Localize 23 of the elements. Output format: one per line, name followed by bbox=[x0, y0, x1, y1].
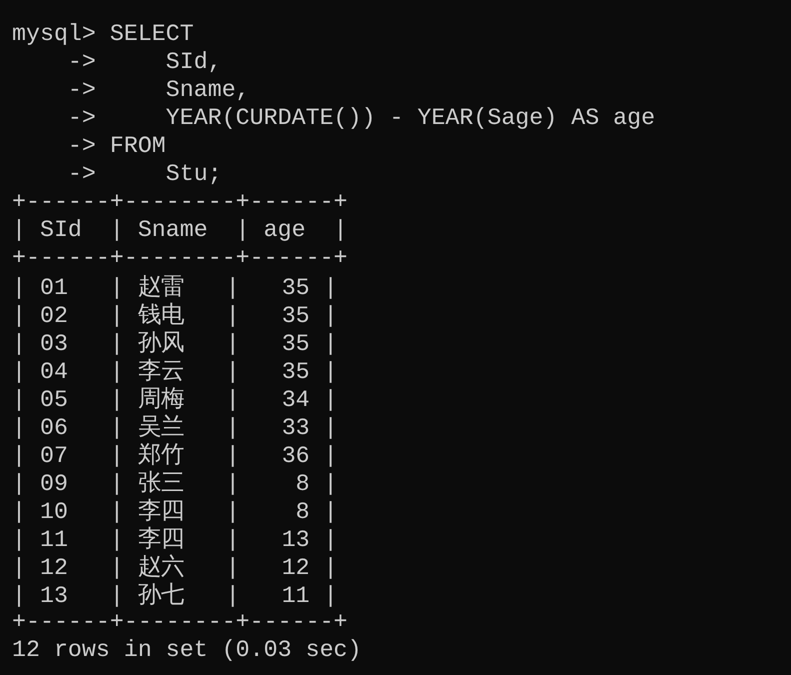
terminal-line: | SId | Sname | age | bbox=[12, 216, 348, 244]
terminal-line: | 11 | 李四 | 13 | bbox=[12, 524, 338, 552]
terminal-line: | 04 | 李云 | 35 | bbox=[12, 356, 338, 384]
terminal-line: | 06 | 吴兰 | 33 | bbox=[12, 412, 338, 440]
terminal-line: | 12 | 赵六 | 12 | bbox=[12, 552, 338, 580]
terminal-line: | 09 | 张三 | 8 | bbox=[12, 468, 338, 496]
terminal-line: -> FROM bbox=[66, 132, 166, 160]
terminal-line: | 02 | 钱电 | 35 | bbox=[12, 300, 338, 328]
terminal-line: mysql> SELECT bbox=[12, 20, 194, 48]
terminal-line: 12 rows in set (0.03 sec) bbox=[12, 636, 362, 664]
terminal-line: -> YEAR(CURDATE()) - YEAR(Sage) AS age bbox=[66, 104, 656, 132]
terminal-line: +------+--------+------+ bbox=[12, 244, 348, 272]
terminal-line: -> Stu; bbox=[66, 160, 222, 188]
terminal-line: +------+--------+------+ bbox=[12, 188, 348, 216]
terminal-line: | 07 | 郑竹 | 36 | bbox=[12, 440, 338, 468]
terminal-line: -> SId, bbox=[66, 48, 222, 76]
terminal-line: | 10 | 李四 | 8 | bbox=[12, 496, 338, 524]
terminal-line: | 13 | 孙七 | 11 | bbox=[12, 580, 338, 608]
terminal-line: +------+--------+------+ bbox=[12, 608, 348, 636]
terminal-line: -> Sname, bbox=[66, 76, 250, 104]
terminal-line: | 03 | 孙风 | 35 | bbox=[12, 328, 338, 356]
terminal-line: | 01 | 赵雷 | 35 | bbox=[12, 272, 338, 300]
terminal-line: | 05 | 周梅 | 34 | bbox=[12, 384, 338, 412]
